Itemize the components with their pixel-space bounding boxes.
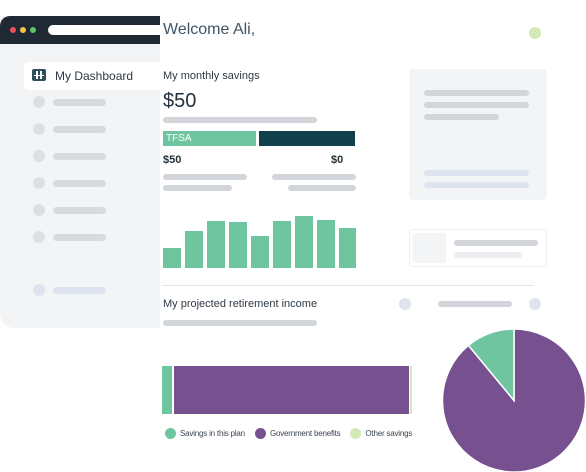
sidebar-item-icon <box>33 204 45 216</box>
savings-in-plan-segment <box>162 366 172 414</box>
toggle-dot-icon[interactable] <box>529 298 541 310</box>
status-indicator-icon <box>529 27 541 39</box>
savings-bar <box>273 221 291 268</box>
other-account-segment <box>259 131 355 146</box>
savings-bar <box>163 248 181 268</box>
legend-item-government: Government benefits <box>254 428 341 439</box>
text-placeholder <box>424 90 529 96</box>
tfsa-value: $50 <box>163 154 182 166</box>
savings-bar <box>229 222 247 268</box>
sidebar-footer-icon <box>33 284 45 296</box>
text-placeholder <box>163 320 317 326</box>
savings-split-bar: TFSA <box>163 131 355 146</box>
monthly-savings-title: My monthly savings <box>163 70 260 82</box>
sidebar-item-placeholder[interactable] <box>53 207 106 214</box>
close-dot-icon[interactable] <box>10 27 16 33</box>
text-placeholder <box>424 102 529 108</box>
text-placeholder[interactable] <box>438 301 512 307</box>
sidebar-footer-placeholder[interactable] <box>53 287 106 294</box>
legend-label: Other savings <box>365 429 413 438</box>
text-placeholder <box>272 174 356 180</box>
sidebar-item-icon <box>33 231 45 243</box>
legend-label: Government benefits <box>269 429 341 438</box>
sidebar-item-placeholder[interactable] <box>53 234 106 241</box>
sidebar-item-label: My Dashboard <box>55 69 134 83</box>
savings-bar <box>339 228 356 268</box>
text-placeholder <box>424 114 499 120</box>
sidebar-item-placeholder[interactable] <box>53 126 106 133</box>
legend-dot-icon <box>350 428 362 439</box>
savings-bar <box>251 236 269 268</box>
text-placeholder <box>454 240 538 246</box>
address-bar[interactable] <box>48 25 160 35</box>
text-placeholder <box>424 182 529 188</box>
legend-item-savings: Savings in this plan <box>165 428 245 439</box>
welcome-heading: Welcome Ali, <box>163 21 256 38</box>
window-titlebar <box>0 16 160 44</box>
info-card[interactable] <box>409 69 547 200</box>
monthly-savings-amount: $50 <box>163 90 197 112</box>
text-placeholder <box>288 185 356 191</box>
minimize-dot-icon[interactable] <box>20 27 26 33</box>
dashboard-grid-icon <box>32 69 46 81</box>
toggle-dot-icon[interactable] <box>399 298 411 310</box>
text-placeholder <box>163 185 232 191</box>
retirement-income-pie-chart <box>442 329 586 472</box>
monthly-savings-bar-chart <box>163 216 356 268</box>
tfsa-segment: TFSA <box>163 131 256 146</box>
legend-dot-icon <box>254 428 266 439</box>
savings-bar <box>295 216 313 268</box>
legend-item-other: Other savings <box>350 428 412 439</box>
tfsa-label: TFSA <box>166 133 192 144</box>
other-savings-segment <box>410 366 412 414</box>
retirement-income-title: My projected retirement income <box>163 298 318 310</box>
text-placeholder <box>163 174 247 180</box>
government-benefits-segment <box>174 366 409 414</box>
retirement-legend: Savings in this plan Government benefits… <box>165 428 422 439</box>
sidebar-item-placeholder[interactable] <box>53 180 106 187</box>
savings-bar <box>317 220 335 268</box>
sidebar-item-icon <box>33 96 45 108</box>
sidebar-item-my-dashboard[interactable]: My Dashboard <box>24 62 160 90</box>
legend-dot-icon <box>165 428 176 439</box>
list-card[interactable] <box>409 229 547 267</box>
text-placeholder <box>424 170 529 176</box>
app-window: My Dashboard <box>0 16 160 328</box>
sidebar-item-placeholder[interactable] <box>53 99 106 106</box>
thumbnail-placeholder <box>413 233 446 263</box>
sidebar-item-placeholder[interactable] <box>53 153 106 160</box>
savings-bar <box>207 221 225 268</box>
sidebar-item-icon <box>33 177 45 189</box>
maximize-dot-icon[interactable] <box>30 27 36 33</box>
legend-label: Savings in this plan <box>180 429 245 438</box>
savings-bar <box>185 231 203 268</box>
retirement-stacked-bar <box>162 366 412 414</box>
section-divider <box>162 285 534 286</box>
text-placeholder <box>163 117 317 123</box>
sidebar-item-icon <box>33 150 45 162</box>
sidebar-item-icon <box>33 123 45 135</box>
text-placeholder <box>454 252 522 258</box>
other-account-value: $0 <box>331 154 344 166</box>
